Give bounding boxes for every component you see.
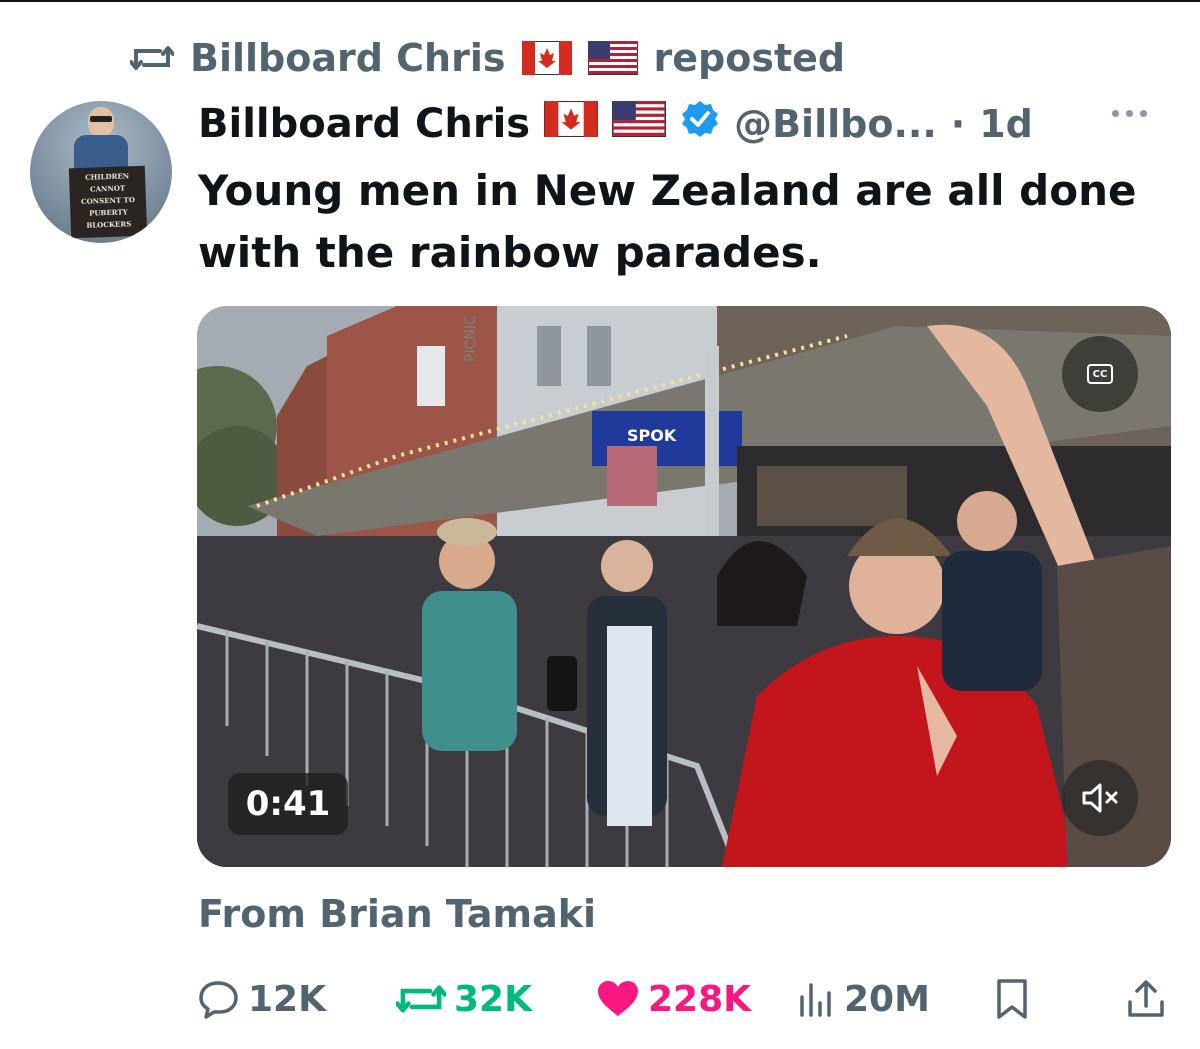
top-border xyxy=(0,0,1200,2)
repost-count: 32K xyxy=(454,978,532,1020)
repost-icon xyxy=(130,43,174,73)
like-button[interactable]: 228K xyxy=(596,972,751,1026)
heart-icon xyxy=(596,979,640,1019)
picnic-sign-text: PICNIC xyxy=(463,315,479,362)
views-button[interactable]: 20M xyxy=(796,972,930,1026)
closed-captions-icon[interactable]: CC xyxy=(1062,336,1138,412)
reply-icon xyxy=(198,979,240,1019)
bookmark-button[interactable] xyxy=(994,972,1030,1026)
avatar-sign: CHILDREN CANNOT CONSENT TO PUBERTY BLOCK… xyxy=(68,165,148,239)
repost-context: Billboard Chris reposted xyxy=(130,34,845,82)
repost-user-name[interactable]: Billboard Chris xyxy=(190,36,506,80)
avatar-face xyxy=(88,107,114,137)
canada-flag-icon xyxy=(521,41,572,75)
bookmark-icon xyxy=(994,978,1030,1020)
separator-dot: · xyxy=(950,102,966,146)
tweet-header: Billboard Chris @Billbo... · 1d xyxy=(198,96,1033,152)
more-options-icon[interactable] xyxy=(1112,110,1147,117)
repost-label: reposted xyxy=(653,36,846,80)
shop-sign-text: SPOK xyxy=(627,426,677,445)
reply-button[interactable]: 12K xyxy=(198,972,326,1026)
like-count: 228K xyxy=(648,978,752,1020)
avatar-sunglasses xyxy=(90,116,112,122)
video-duration: 0:41 xyxy=(228,773,348,835)
us-flag-icon xyxy=(611,99,667,147)
author-name[interactable]: Billboard Chris xyxy=(198,101,530,147)
view-count: 20M xyxy=(844,978,930,1020)
speaker-muted-icon[interactable] xyxy=(1062,760,1138,836)
us-flag-icon xyxy=(587,41,638,75)
avatar[interactable]: CHILDREN CANNOT CONSENT TO PUBERTY BLOCK… xyxy=(30,101,172,243)
verified-badge-icon xyxy=(680,99,720,149)
analytics-icon xyxy=(796,979,836,1019)
share-button[interactable] xyxy=(1126,972,1166,1026)
share-icon xyxy=(1126,978,1166,1020)
repost-icon xyxy=(396,982,446,1016)
repost-button[interactable]: 32K xyxy=(396,972,532,1026)
source-credit: From Brian Tamaki xyxy=(198,892,597,936)
reply-count: 12K xyxy=(248,978,326,1020)
author-handle[interactable]: @Billbo... xyxy=(734,102,937,146)
tweet-text: Young men in New Zealand are all done wi… xyxy=(198,166,1137,277)
action-bar: 12K 32K 228K 20M xyxy=(198,972,1168,1026)
post-time[interactable]: 1d xyxy=(979,102,1033,146)
avatar-sign-line: BLOCKERS xyxy=(86,219,132,230)
canada-flag-icon xyxy=(543,99,599,147)
